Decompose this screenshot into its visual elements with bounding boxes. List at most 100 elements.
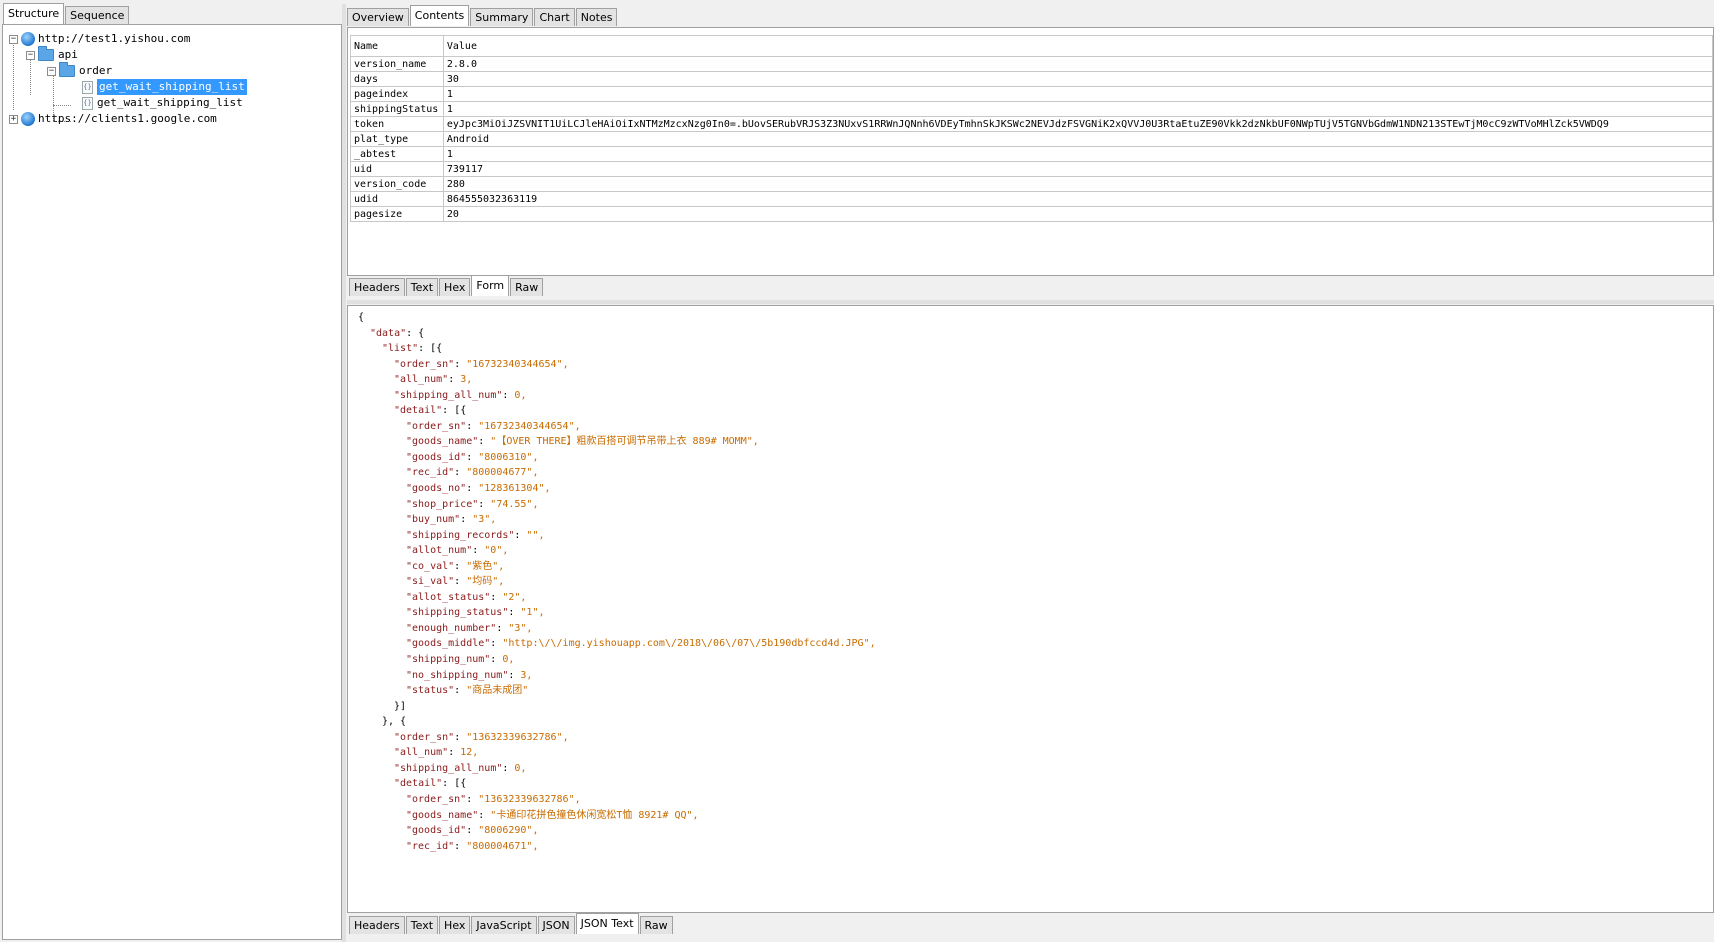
json-value: "3", [472,514,497,526]
folder-icon [59,62,75,77]
json-key: "goods_id" [406,825,467,837]
table-row[interactable]: version_name 2.8.0 [350,56,1713,72]
json-value: "13632339632786", [478,793,581,805]
table-row[interactable]: pageindex 1 [350,86,1713,102]
json-value: "", [526,529,545,541]
tab-request-form[interactable]: Form [471,275,510,296]
json-line: "allot_status": "2", [358,590,876,606]
horizontal-splitter[interactable] [347,300,1714,304]
tab-request-hex[interactable]: Hex [439,278,471,296]
json-punct: : [478,436,491,448]
column-header-value[interactable]: Value [442,35,1713,57]
json-text-view[interactable]: {"data": {"list": [{"order_sn": "1673234… [358,310,876,854]
json-punct: : [454,685,467,697]
tree-node-request[interactable]: {} get_wait_shipping_list [82,95,243,111]
json-line: "order_sn": "16732340344654", [358,419,876,435]
table-row[interactable]: days 30 [350,71,1713,87]
tree-node-request-selected[interactable]: {} get_wait_shipping_list [82,79,247,95]
json-value: "800004671", [466,840,539,852]
tree-line [53,105,71,106]
json-line: "shipping_status": "1", [358,605,876,621]
table-row[interactable]: token eyJpc3MiOiJZSVNIT1UiLCJleHAiOiIxNTM… [350,116,1713,132]
json-line: "shipping_num": 0, [358,652,876,668]
cell-value: 280 [442,176,1713,192]
tab-response-raw[interactable]: Raw [639,916,673,934]
tab-contents[interactable]: Contents [409,5,470,26]
json-key: "order_sn" [394,358,455,370]
json-line: "goods_middle": "http:\/\/img.yishouapp.… [358,636,876,652]
tree-node-order[interactable]: − order [47,62,113,79]
table-row[interactable]: uid 739117 [350,161,1713,177]
tab-response-hex[interactable]: Hex [439,916,471,934]
collapse-icon[interactable]: − [47,66,56,76]
cell-value: 864555032363119 [442,191,1713,207]
json-key: "shipping_records" [406,529,515,541]
cell-name: token [350,116,444,132]
tab-request-text[interactable]: Text [405,278,439,296]
json-line: "order_sn": "16732340344654", [358,357,876,373]
tab-response-headers[interactable]: Headers [349,916,405,934]
json-value: "2", [502,591,527,603]
tab-structure[interactable]: Structure [3,3,65,24]
tree-node-host-google[interactable]: + https://clients1.google.com [9,111,217,127]
table-row[interactable]: udid 864555032363119 [350,191,1713,207]
tab-sequence[interactable]: Sequence [65,6,130,24]
json-value: "8006290", [478,825,539,837]
vertical-splitter[interactable] [342,4,346,942]
collapse-icon[interactable]: − [26,50,35,60]
tab-response-text[interactable]: Text [405,916,439,934]
json-punct: : [478,809,491,821]
table-row[interactable]: _abtest 1 [350,146,1713,162]
json-key: "buy_num" [406,514,461,526]
json-line: "co_val": "紫色", [358,559,876,575]
json-key: "shop_price" [406,498,479,510]
collapse-icon[interactable]: − [9,34,18,44]
tab-response-javascript[interactable]: JavaScript [471,916,537,934]
cell-value: 2.8.0 [442,56,1713,72]
json-punct: : [448,747,461,759]
table-row[interactable]: shippingStatus 1 [350,101,1713,117]
json-value: "商品未成团" [466,685,529,697]
tree-node-label: get_wait_shipping_list [97,96,243,109]
json-line: "shipping_all_num": 0, [358,388,876,404]
json-key: "detail" [394,778,443,790]
json-line: "goods_no": "128361304", [358,481,876,497]
detail-tab-strip: Overview Contents Summary Chart Notes [347,5,618,26]
table-row[interactable]: version_code 280 [350,176,1713,192]
json-key: "no_shipping_num" [406,669,509,681]
tree-node-host-test1[interactable]: − http://test1.yishou.com [9,31,190,47]
json-key: "co_val" [406,560,455,572]
cell-name: version_name [350,56,444,72]
tab-overview[interactable]: Overview [347,8,409,26]
cell-name: days [350,71,444,87]
json-line: "detail": [{ [358,403,876,419]
tab-request-raw[interactable]: Raw [510,278,544,296]
cell-value: 739117 [442,161,1713,177]
tab-chart[interactable]: Chart [534,8,575,26]
json-value: 0, [502,654,515,666]
json-line: "shop_price": "74.55", [358,497,876,513]
tab-summary[interactable]: Summary [470,8,534,26]
cell-name: version_code [350,176,444,192]
table-row[interactable]: plat_type Android [350,131,1713,147]
json-line: "list": [{ [358,341,876,357]
request-view-tab-strip: Headers Text Hex Form Raw [349,275,544,296]
json-line: "shipping_records": "", [358,528,876,544]
tab-notes[interactable]: Notes [575,8,618,26]
table-row[interactable]: pagesize 20 [350,206,1713,222]
tree-node-api[interactable]: − api [26,46,78,63]
tree-node-label: order [79,64,113,77]
tab-request-headers[interactable]: Headers [349,278,405,296]
response-view-tab-strip: Headers Text Hex JavaScript JSON JSON Te… [349,913,674,934]
tab-response-json[interactable]: JSON [537,916,575,934]
json-punct: : [454,731,467,743]
json-punct: : [466,451,479,463]
column-header-name[interactable]: Name [350,35,444,57]
tab-response-json-text[interactable]: JSON Text [575,913,639,934]
expand-icon[interactable]: + [9,114,18,124]
json-line: "goods_id": "8006290", [358,823,876,839]
json-punct: : [460,514,473,526]
json-key: "rec_id" [406,840,455,852]
json-line: }] [358,699,876,715]
json-line: { [358,310,876,326]
